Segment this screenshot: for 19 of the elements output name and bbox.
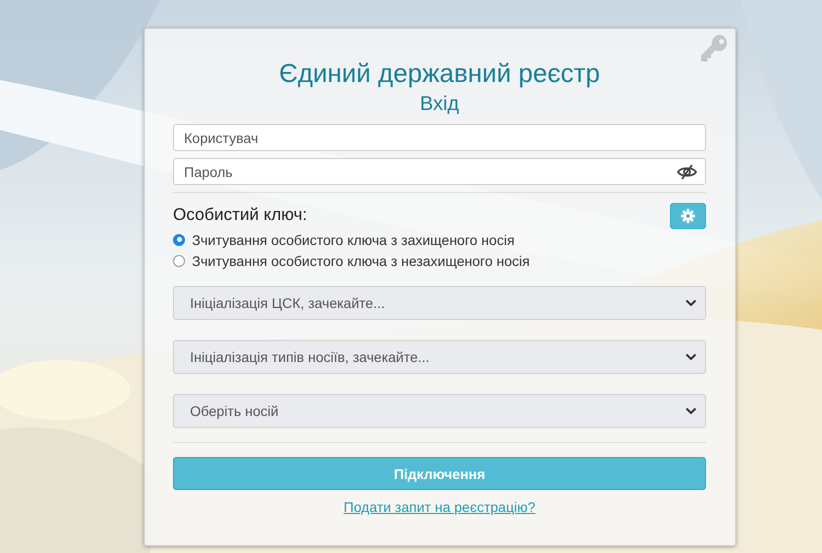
settings-icon	[681, 209, 695, 223]
chevron-down-icon	[685, 407, 697, 415]
key-icon	[699, 33, 729, 63]
radio-label[interactable]: Зчитування особистого ключа з незахищеного носія	[192, 252, 530, 268]
login-heading: Вхід	[418, 92, 460, 117]
password-field[interactable]: Пароль	[173, 158, 706, 185]
settings-button[interactable]	[670, 203, 706, 229]
username-field[interactable]: Користувач	[173, 124, 706, 151]
select-field[interactable]: Ініціалізація ЦСК, зачекайте...	[173, 286, 706, 320]
select-field[interactable]: Оберіть носій	[173, 394, 706, 428]
page-title: Єдиний державний реєстр	[278, 57, 601, 90]
radio-label[interactable]: Зчитування особистого ключа з захищеного носія	[192, 232, 515, 248]
chevron-down-icon	[685, 353, 697, 361]
chevron-down-icon	[685, 299, 697, 307]
select-field[interactable]: Ініціалізація типів носіїв, зачекайте...	[173, 340, 706, 374]
radio-button[interactable]	[173, 234, 185, 246]
eye-slash-icon[interactable]	[677, 164, 697, 180]
radio-button[interactable]	[173, 254, 185, 266]
key-section-label: Особистий ключ:	[173, 205, 308, 225]
